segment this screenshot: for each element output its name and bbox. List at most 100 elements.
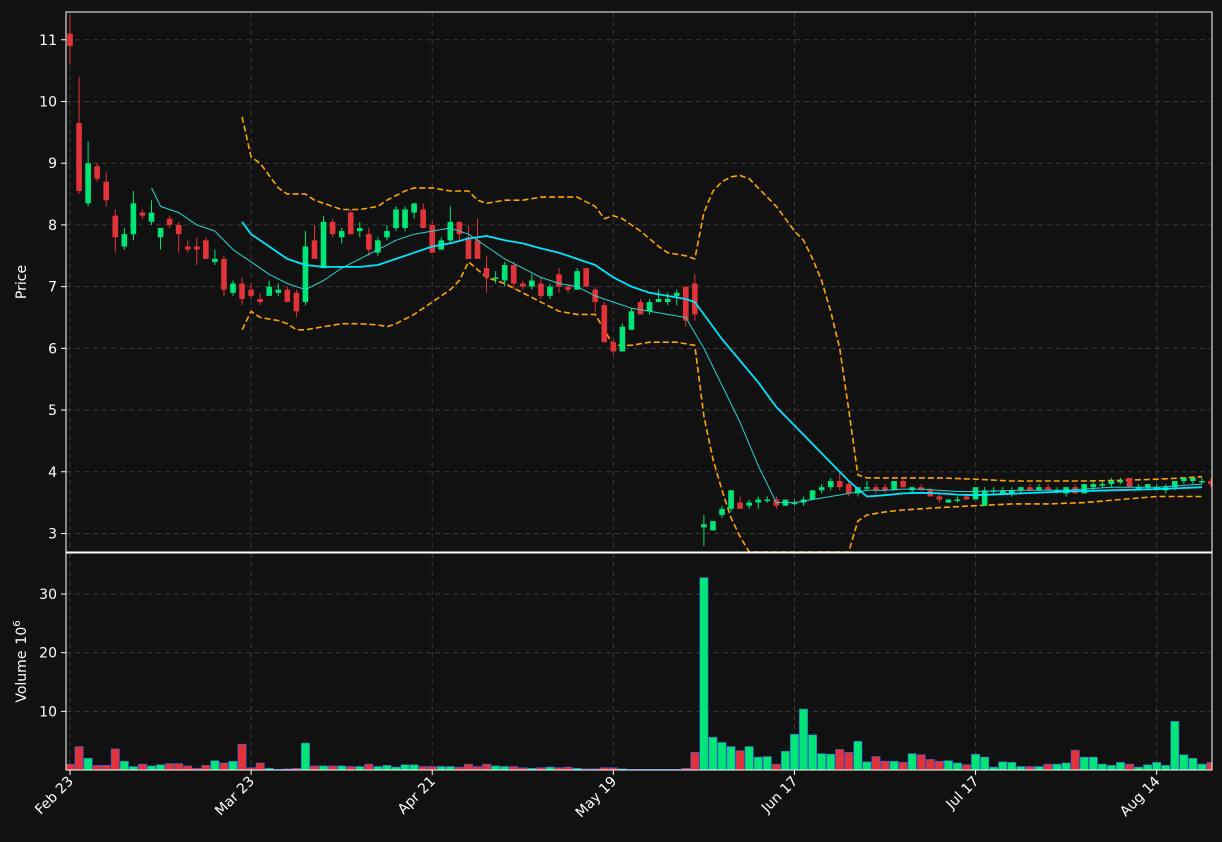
volume-bar <box>907 753 917 770</box>
candle-body-up <box>1099 484 1106 486</box>
volume-bar <box>1152 762 1162 770</box>
candle-body-down <box>248 289 254 296</box>
volume-bar <box>165 763 175 770</box>
candle-body-up <box>981 490 988 506</box>
candle-body-up <box>402 209 408 228</box>
candle-body-down <box>203 240 209 259</box>
price-tick-label: 10 <box>39 94 57 110</box>
volume-bar <box>137 763 147 770</box>
candle-body-down <box>429 224 436 253</box>
candle-body-up <box>664 298 671 303</box>
candle-body-down <box>538 283 544 296</box>
candle-body-down <box>166 218 173 225</box>
candle-body-down <box>221 258 227 290</box>
candle-body-down <box>420 209 426 228</box>
volume-bar <box>74 746 84 770</box>
volume-bar <box>717 742 727 770</box>
candle-body-down <box>103 181 110 201</box>
volume-bar <box>237 743 247 770</box>
candle-body-down <box>94 166 100 179</box>
volume-bar <box>952 762 962 770</box>
volume-bar <box>1161 765 1171 770</box>
candle-body-down <box>583 268 589 287</box>
volume-tick-label: 30 <box>39 587 57 603</box>
candle-body-up <box>393 209 399 228</box>
candle-body-up <box>275 289 282 293</box>
candle-body-down <box>239 283 245 299</box>
volume-bar <box>1043 763 1053 770</box>
volume-bar <box>1088 756 1098 770</box>
candle-body-down <box>510 265 517 284</box>
volume-bar <box>980 756 990 770</box>
volume-bar <box>355 766 365 770</box>
candle-body-down <box>682 286 689 321</box>
candle-body-down <box>692 283 698 315</box>
candle-body-down <box>836 481 843 488</box>
candle-body-down <box>601 305 608 343</box>
candle-body-down <box>637 302 644 315</box>
volume-bar <box>482 763 492 770</box>
volume-bar <box>735 750 745 770</box>
volume-bar <box>690 752 700 770</box>
candle-body-down <box>900 481 906 488</box>
volume-bar <box>1025 766 1035 770</box>
volume-bar <box>1170 721 1180 770</box>
volume-bar <box>1097 763 1107 770</box>
candle-body-down <box>737 502 743 509</box>
candle-body-down <box>311 240 318 259</box>
volume-bar <box>699 577 709 770</box>
candle-body-down <box>610 342 617 352</box>
volume-bar <box>789 733 799 770</box>
candle-body-down <box>963 496 970 500</box>
candle-body-up <box>447 221 454 241</box>
candle-body-up <box>547 286 553 296</box>
candle-body-down <box>67 33 73 46</box>
volume-bar <box>156 764 166 770</box>
volume-bar <box>373 766 383 770</box>
volume-bar <box>436 766 446 770</box>
volume-bar <box>119 760 129 770</box>
volume-bar <box>1052 763 1062 770</box>
price-tick-label: 7 <box>48 280 57 296</box>
volume-bar <box>943 760 953 770</box>
volume-bar <box>925 759 935 770</box>
volume-bar <box>771 763 781 770</box>
volume-bar <box>853 740 863 770</box>
candle-body-down <box>519 283 526 287</box>
volume-bar <box>300 742 310 770</box>
candle-body-down <box>175 224 182 235</box>
candle-body-up <box>764 499 771 502</box>
volume-bar <box>817 753 827 770</box>
volume-tick-label: 20 <box>39 646 57 662</box>
candle-body-up <box>230 283 236 293</box>
candle-body-up <box>728 490 734 509</box>
volume-bar <box>799 708 808 770</box>
volume-bar <box>1115 762 1125 770</box>
candle-body-up <box>320 221 327 269</box>
volume-bar <box>844 752 854 770</box>
candle-body-down <box>366 234 372 250</box>
candle-body-up <box>1181 477 1187 482</box>
candle-body-up <box>746 502 752 506</box>
candle-body-up <box>529 280 535 287</box>
volume-bar <box>463 763 473 770</box>
candle-body-down <box>284 289 291 303</box>
volume-bar <box>762 756 772 770</box>
candle-body-up <box>411 203 417 213</box>
candle-body-down <box>556 274 562 287</box>
chart-background <box>0 0 1222 842</box>
volume-bar <box>753 756 763 770</box>
volume-axis-label-multiplier: 10 <box>14 627 30 645</box>
candle-body-up <box>891 481 897 491</box>
price-tick-label: 9 <box>48 156 57 172</box>
candle-body-down <box>76 123 82 191</box>
candle-body-up <box>655 298 662 303</box>
volume-axis-label-exponent: 6 <box>12 620 23 626</box>
volume-bar <box>147 765 156 770</box>
candle-body-up <box>157 228 164 238</box>
volume-bar <box>473 766 482 770</box>
volume-bar <box>500 766 510 770</box>
candle-body-up <box>1117 481 1124 483</box>
volume-bar <box>101 765 111 770</box>
volume-bar <box>835 749 845 770</box>
